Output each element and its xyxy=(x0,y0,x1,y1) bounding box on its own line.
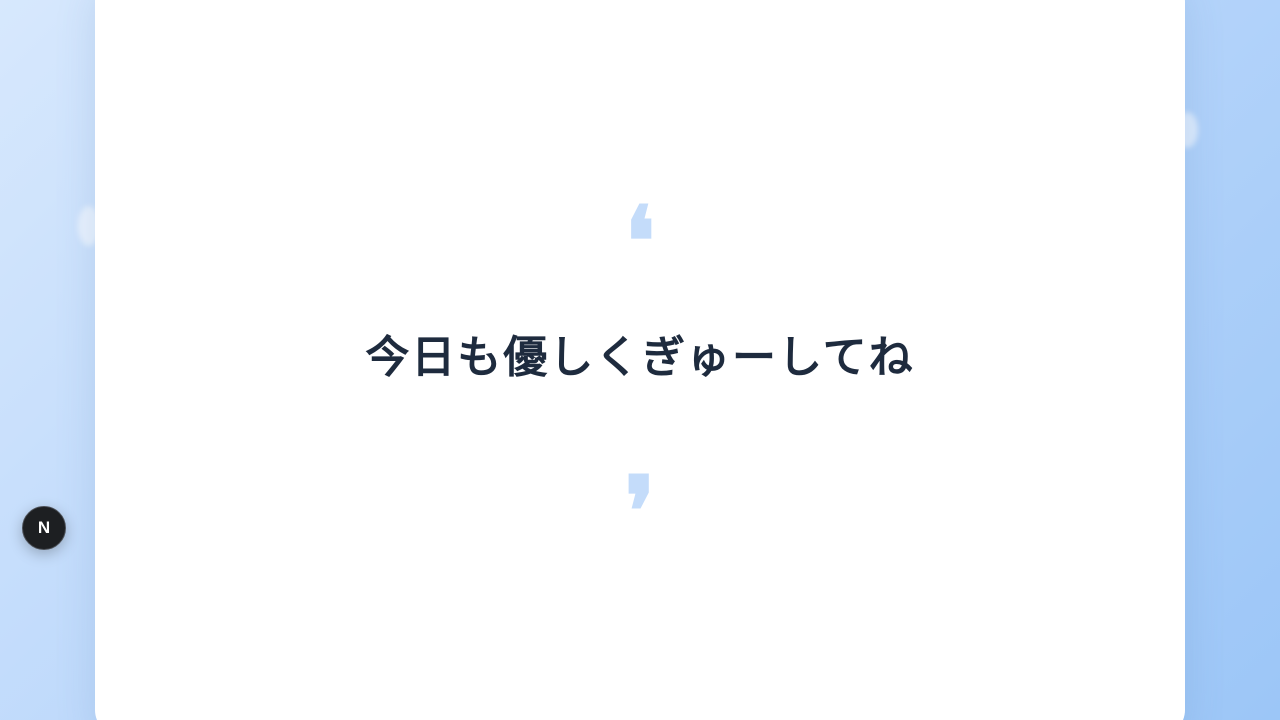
message-text: 今日も優しくぎゅーしてね xyxy=(365,332,915,383)
open-quote-icon: ❛ xyxy=(624,194,656,254)
close-quote-icon: ❜ xyxy=(624,464,656,524)
nextjs-dev-indicator-button[interactable]: N xyxy=(22,506,66,550)
nextjs-logo-icon: N xyxy=(37,518,51,537)
